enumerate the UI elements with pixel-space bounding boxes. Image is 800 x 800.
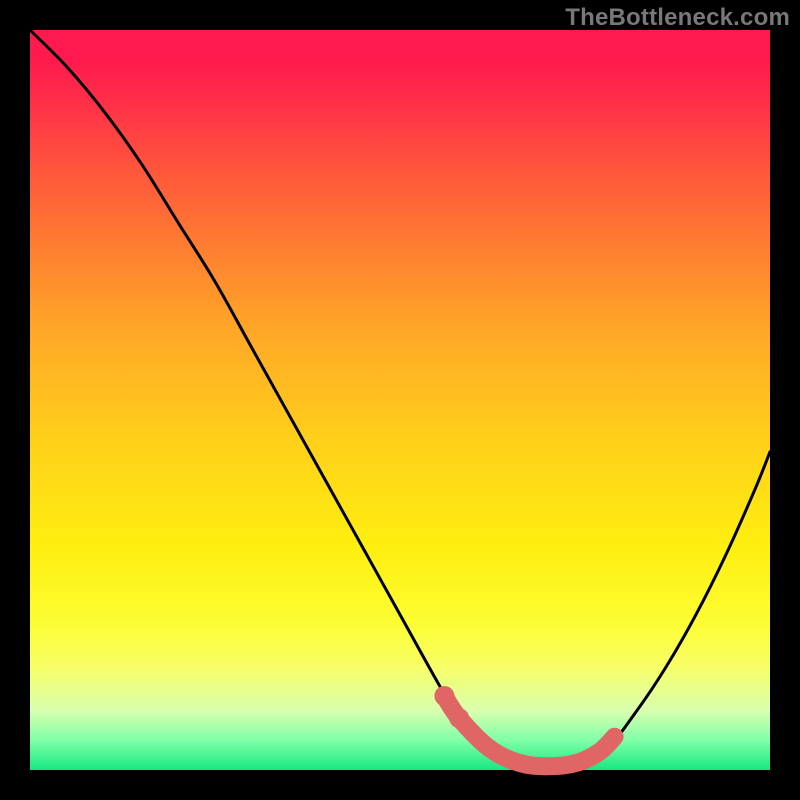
chart-frame: TheBottleneck.com <box>0 0 800 800</box>
highlight-dot <box>449 708 469 728</box>
watermark-text: TheBottleneck.com <box>565 4 790 32</box>
curve-overlay <box>30 30 770 770</box>
bottleneck-curve <box>30 30 770 766</box>
highlight-band <box>444 696 614 766</box>
highlight-dot <box>434 686 454 706</box>
